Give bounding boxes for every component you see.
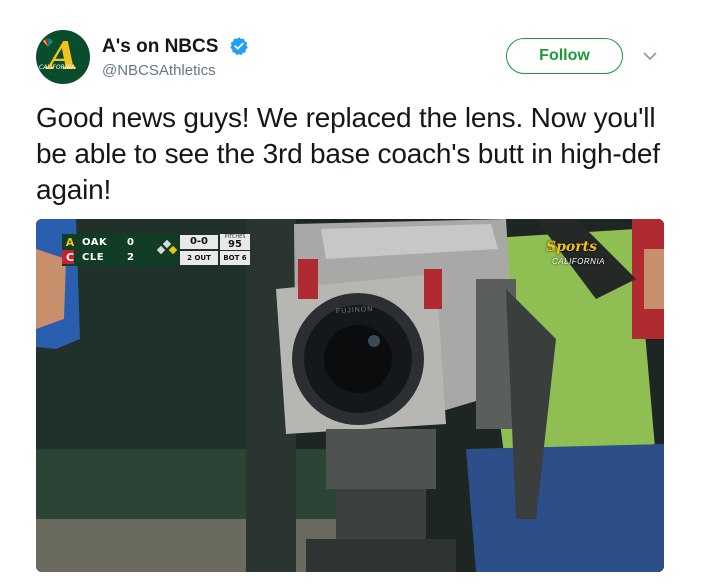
follow-button[interactable]: Follow bbox=[506, 38, 623, 74]
inning: BOT 6 bbox=[220, 251, 250, 265]
verified-badge-icon bbox=[230, 37, 248, 56]
network-sub: CALIFORNIA bbox=[552, 257, 606, 266]
scorebug-team-row: C CLE 2 bbox=[64, 250, 144, 264]
display-name[interactable]: A's on NBCS bbox=[102, 36, 218, 58]
team-abbr: OAK bbox=[82, 236, 108, 248]
network-logo: Sports bbox=[546, 239, 597, 255]
account-handle[interactable]: @NBCSAthletics bbox=[102, 62, 216, 79]
avatar-letter: A bbox=[48, 33, 78, 78]
tweet-text: Good news guys! We replaced the lens. No… bbox=[36, 102, 660, 205]
tweet-card: A CALIFORNIA A's on NBCS @NBCSAthletics … bbox=[0, 0, 704, 585]
tweet-media-image[interactable]: A OAK 0 C CLE 2 0-0 2 OUT PITCHES 95 BOT… bbox=[36, 219, 664, 572]
pitch-count: 95 bbox=[220, 239, 250, 250]
outs: 2 OUT bbox=[180, 251, 218, 265]
camera-photo bbox=[36, 219, 664, 572]
team-score: 2 bbox=[127, 251, 134, 263]
avatar-sub: CALIFORNIA bbox=[39, 64, 76, 71]
team-score: 0 bbox=[127, 236, 134, 248]
team-logo: C bbox=[65, 250, 75, 264]
bases-diamond-icon bbox=[157, 240, 177, 255]
scorebug-team-row: A OAK 0 bbox=[64, 235, 144, 249]
ball-strike-count: 0-0 bbox=[180, 235, 218, 249]
chevron-down-icon[interactable] bbox=[642, 50, 658, 62]
team-logo: A bbox=[65, 235, 75, 249]
team-abbr: CLE bbox=[82, 251, 105, 263]
avatar[interactable]: A CALIFORNIA bbox=[36, 30, 90, 84]
